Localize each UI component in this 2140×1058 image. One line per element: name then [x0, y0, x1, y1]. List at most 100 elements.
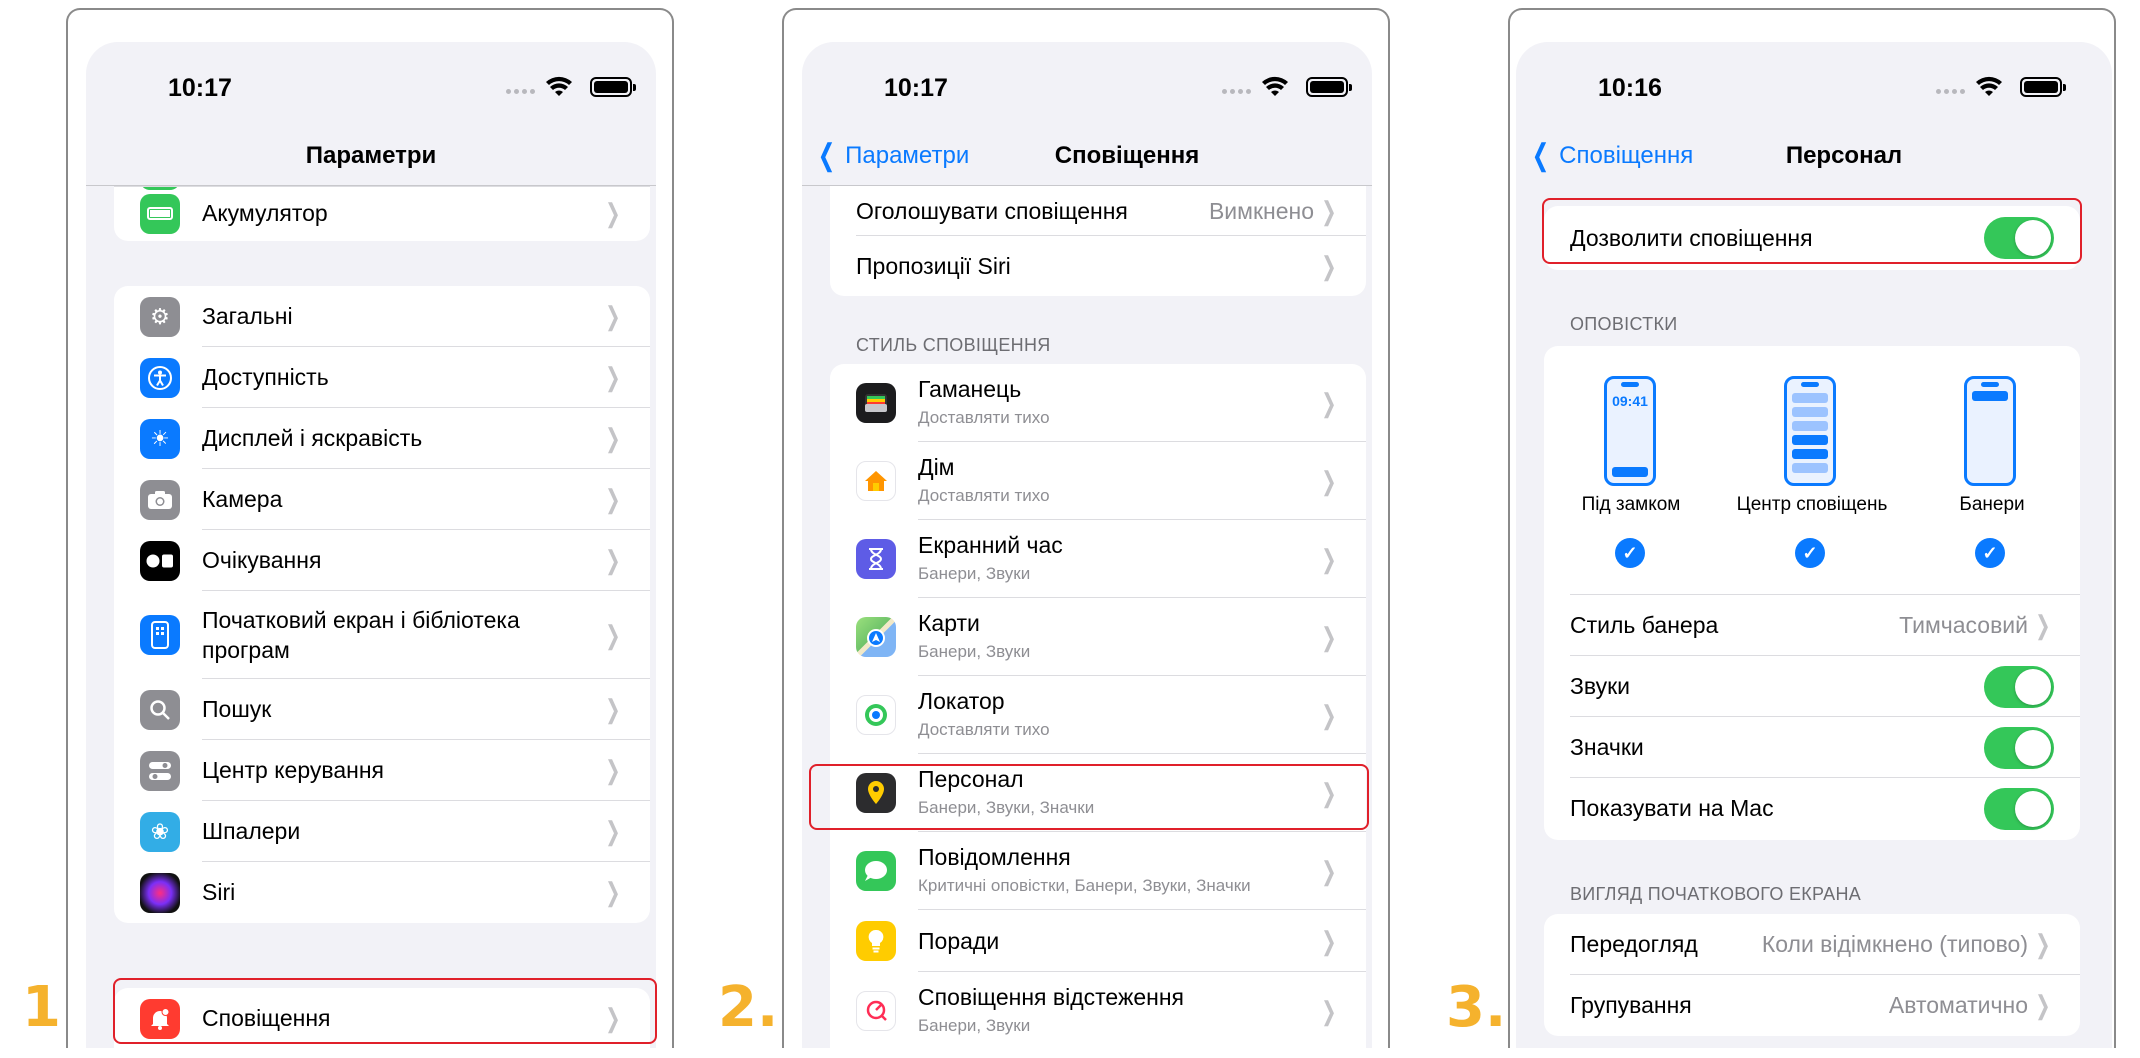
banners-preview[interactable]	[1964, 376, 2016, 486]
highlight-allow-notifications	[1542, 198, 2082, 264]
nav-bar: ❮ Сповіщення Персонал	[1516, 132, 2112, 186]
chevron-right-icon: ❯	[605, 694, 621, 724]
status-time: 10:16	[1598, 74, 1662, 102]
chevron-left-icon: ❮	[817, 139, 836, 172]
row-value: Автоматично	[1888, 992, 2028, 1018]
row-banner-style[interactable]: Стиль банера Тимчасовий ❯	[1544, 595, 2080, 656]
search-icon	[140, 689, 180, 730]
phone-frame-1: 10:17 Параметри Акумулятор ❯ ⚙ Загальні …	[66, 8, 674, 1048]
siri-icon	[140, 872, 180, 913]
status-bar: 10:16	[1516, 42, 2112, 132]
checkmark-icon[interactable]: ✓	[1795, 538, 1825, 568]
battery-icon	[1306, 77, 1352, 97]
row-announce[interactable]: Оголошувати сповіщення Вимкнено ❯	[830, 186, 1366, 236]
row-label: Значки	[1570, 734, 1644, 760]
chevron-right-icon: ❯	[1321, 465, 1337, 496]
chevron-right-icon: ❯	[605, 362, 621, 392]
row-home-screen[interactable]: Початковий екран і бібліотека програм ❯	[114, 591, 650, 679]
row-home[interactable]: Дім Доставляти тихо ❯	[830, 442, 1366, 520]
row-battery[interactable]: Акумулятор ❯	[114, 186, 650, 241]
row-siri[interactable]: Siri ❯	[114, 862, 650, 923]
accessibility-icon	[140, 357, 180, 398]
row-value: Вимкнено	[1208, 197, 1314, 224]
step-number-2: 2.	[718, 975, 779, 1040]
sun-icon: ☀	[140, 418, 180, 459]
announce-group: Оголошувати сповіщення Вимкнено ❯ Пропоз…	[830, 186, 1366, 296]
status-bar: 10:17	[802, 42, 1372, 132]
row-badges[interactable]: Значки	[1544, 717, 2080, 778]
row-sounds[interactable]: Звуки	[1544, 656, 2080, 717]
style-label-lock-screen: Під замком	[1581, 494, 1681, 515]
row-maps[interactable]: Карти Банери, Звуки ❯	[830, 598, 1366, 676]
signal-icon	[1222, 89, 1251, 94]
home-screen-icon	[140, 615, 180, 655]
row-label: Гаманець	[918, 376, 1022, 402]
row-label: Пропозиції Siri	[856, 252, 1011, 279]
row-show-on-mac[interactable]: Показувати на Mac	[1544, 778, 2080, 839]
row-subtitle: Банери, Звуки	[918, 642, 1031, 661]
row-tracking-notifications[interactable]: Сповіщення відстеження Банери, Звуки ❯	[830, 972, 1366, 1048]
badges-toggle[interactable]	[1984, 726, 2054, 769]
row-label: Дисплей і яскравість	[202, 425, 423, 451]
show-on-mac-toggle[interactable]	[1984, 787, 2054, 830]
nav-bar: Параметри	[86, 132, 656, 186]
chevron-right-icon: ❯	[605, 816, 621, 846]
row-label: Повідомлення	[918, 844, 1071, 870]
row-label: Siri	[202, 879, 236, 905]
row-siri-suggestions[interactable]: Пропозиції Siri ❯	[830, 236, 1366, 296]
row-label: Камера	[202, 486, 283, 512]
signal-icon	[506, 89, 535, 94]
row-control-center[interactable]: Центр керування ❯	[114, 740, 650, 801]
row-grouping[interactable]: Групування Автоматично ❯	[1544, 975, 2080, 1036]
chevron-right-icon: ❯	[1321, 621, 1337, 652]
row-wallpaper[interactable]: ❀ Шпалери ❯	[114, 801, 650, 862]
settings-screen: 10:17 Параметри Акумулятор ❯ ⚙ Загальні …	[86, 42, 656, 1048]
row-display[interactable]: ☀ Дисплей і яскравість ❯	[114, 408, 650, 469]
chevron-right-icon: ❯	[1321, 699, 1337, 730]
row-standby[interactable]: Очікування ❯	[114, 530, 650, 591]
lightbulb-icon	[856, 921, 896, 961]
chevron-right-icon: ❯	[605, 301, 621, 331]
row-camera[interactable]: Камера ❯	[114, 469, 650, 530]
gear-icon: ⚙	[140, 296, 180, 337]
sounds-toggle[interactable]	[1984, 665, 2054, 708]
row-subtitle: Банери, Звуки	[918, 564, 1031, 583]
chevron-right-icon: ❯	[605, 198, 621, 228]
notification-center-preview[interactable]	[1784, 376, 1836, 486]
chevron-right-icon: ❯	[1321, 195, 1337, 226]
checkmark-icon[interactable]: ✓	[1615, 538, 1645, 568]
lock-screen-preview[interactable]: 09:41	[1604, 376, 1656, 486]
row-label: Карти	[918, 610, 980, 636]
step-number-3: 3.	[1446, 975, 1507, 1040]
chevron-right-icon: ❯	[605, 877, 621, 907]
row-find-my[interactable]: Локатор Доставляти тихо ❯	[830, 676, 1366, 754]
home-icon	[856, 461, 896, 501]
standby-icon	[140, 540, 180, 581]
highlight-personal	[809, 764, 1369, 830]
row-label: Пошук	[202, 696, 272, 722]
section-header: ОПОВІСТКИ	[1570, 314, 1678, 334]
style-label-banners: Банери	[1959, 494, 2025, 515]
row-search[interactable]: Пошук ❯	[114, 679, 650, 740]
row-subtitle: Банери, Звуки	[918, 1016, 1031, 1035]
chevron-right-icon: ❯	[2035, 990, 2051, 1020]
row-subtitle: Доставляти тихо	[918, 720, 1050, 739]
row-label: Стиль банера	[1570, 612, 1719, 638]
row-label: Передогляд	[1570, 931, 1698, 957]
row-tips[interactable]: Поради ❯	[830, 910, 1366, 972]
status-time: 10:17	[884, 74, 948, 102]
row-wallet[interactable]: Гаманець Доставляти тихо ❯	[830, 364, 1366, 442]
checkmark-icon[interactable]: ✓	[1975, 538, 2005, 568]
chevron-right-icon: ❯	[1321, 925, 1337, 956]
page-title: Персонал	[1785, 142, 1903, 169]
row-accessibility[interactable]: Доступність ❯	[114, 347, 650, 408]
row-messages[interactable]: Повідомлення Критичні оповістки, Банери,…	[830, 832, 1366, 910]
row-label: Шпалери	[202, 818, 301, 844]
row-label: Центр керування	[202, 757, 384, 783]
row-preview[interactable]: Передогляд Коли відімкнено (типово) ❯	[1544, 914, 2080, 975]
row-general[interactable]: ⚙ Загальні ❯	[114, 286, 650, 347]
row-screen-time[interactable]: Екранний час Банери, Звуки ❯	[830, 520, 1366, 598]
camera-icon	[140, 479, 180, 520]
chevron-right-icon: ❯	[2035, 929, 2051, 959]
chevron-right-icon: ❯	[605, 423, 621, 453]
